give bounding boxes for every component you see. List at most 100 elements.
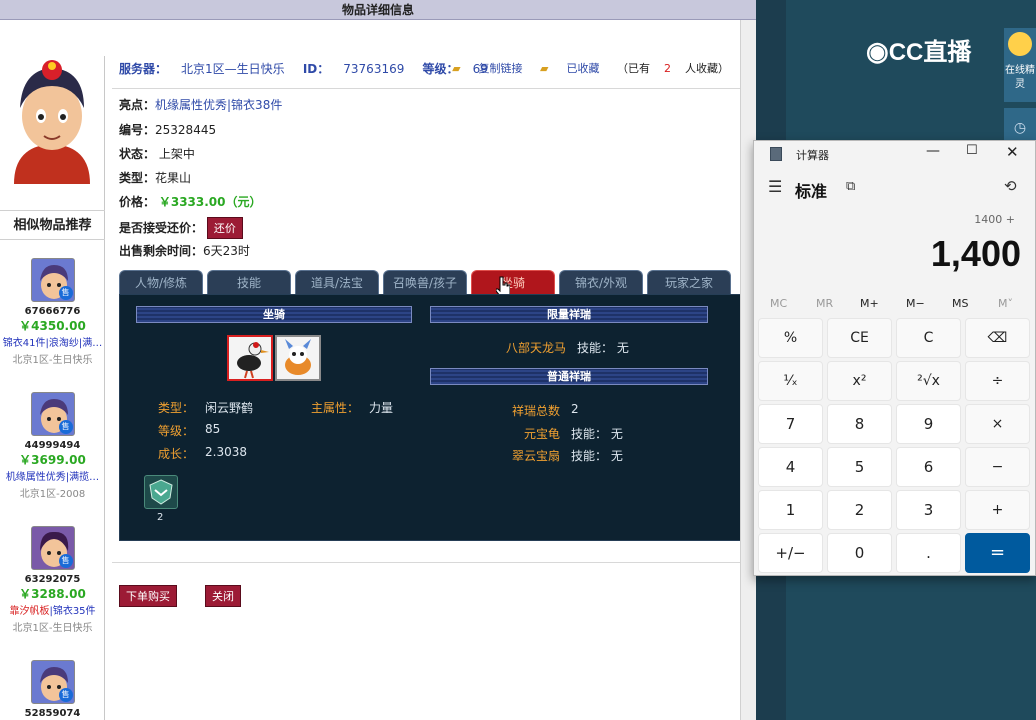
type-label: 类型： (119, 171, 156, 185)
memory-add-button[interactable]: M+ (860, 297, 879, 310)
fav-count-prefix: （已有 (617, 62, 650, 75)
close-button[interactable]: 关闭 (205, 585, 241, 607)
highlight-value: 机缘属性优秀|锦衣38件 (155, 98, 283, 112)
key-sqrt[interactable]: ²√x (896, 361, 961, 401)
server-label: 服务器： (119, 62, 168, 76)
cc-logo-text: CC直播 (888, 39, 972, 66)
cc-logo: ◉CC直播 (866, 32, 971, 67)
status-value: 上架中 (158, 147, 195, 161)
key-plus[interactable]: + (965, 490, 1030, 530)
key-0[interactable]: 0 (827, 533, 892, 573)
similar-item-3[interactable]: 售 63292075 ￥3288.00 靠汐帆板|锦衣35件 北京1区-生日快乐 (0, 526, 105, 634)
mount-thumbnail-active[interactable] (227, 335, 273, 381)
copy-link-icon: ▰ (452, 62, 461, 75)
price-row: 价格： ￥3333.00（元） (119, 193, 262, 210)
time-row: 出售剩余时间：6天23时 (119, 242, 250, 259)
similar-items-sidebar: 相似物品推荐 售 67666776 ￥4350.00 锦衣41件|浪淘纱|满… … (0, 56, 105, 720)
key-4[interactable]: 4 (758, 447, 823, 487)
calculator-expression: 1400 + (974, 213, 1015, 226)
menu-icon[interactable]: ☰ (768, 177, 782, 196)
key-divide[interactable]: ÷ (965, 361, 1030, 401)
tab-items[interactable]: 道具/法宝 (295, 270, 379, 294)
status-label: 状态： (119, 147, 156, 161)
mount-growth-label: 成长： (158, 447, 195, 461)
favorited-button[interactable]: 已收藏 (567, 62, 600, 75)
buy-button[interactable]: 下单购买 (119, 585, 177, 607)
id-info: ID： 73763169 (303, 62, 405, 76)
fav-count: 2 (664, 62, 671, 75)
key-reciprocal[interactable]: ¹⁄ₓ (758, 361, 823, 401)
key-square[interactable]: x² (827, 361, 892, 401)
memory-clear-button[interactable]: MC (770, 297, 787, 310)
key-percent[interactable]: % (758, 318, 823, 358)
memory-store-button[interactable]: MS (952, 297, 968, 310)
status-row: 状态： 上架中 (119, 145, 195, 162)
mount-type-value: 闲云野鹤 (205, 401, 254, 415)
similar-item-id: 67666776 (24, 306, 81, 317)
key-decimal[interactable]: . (896, 533, 961, 573)
history-icon[interactable]: ⟲ (1004, 177, 1017, 195)
similar-item-desc[interactable]: 靠汐帆板|锦衣35件 (0, 602, 105, 617)
tab-home[interactable]: 玩家之家 (647, 270, 731, 294)
key-backspace[interactable]: ⌫ (965, 318, 1030, 358)
key-negate[interactable]: +/− (758, 533, 823, 573)
bargain-button[interactable]: 还价 (206, 217, 243, 239)
similar-item-thumbnail[interactable]: 售 (30, 660, 75, 704)
skill-value: 无 (610, 449, 623, 463)
detail-tabs: 人物/修炼 技能 道具/法宝 召唤兽/孩子 坐骑 锦衣/外观 玩家之家 (119, 270, 743, 294)
calculator-mode: 标准 (795, 182, 828, 201)
key-5[interactable]: 5 (827, 447, 892, 487)
key-3[interactable]: 3 (896, 490, 961, 530)
key-1[interactable]: 1 (758, 490, 823, 530)
copy-link-button[interactable]: 复制链接 (479, 62, 523, 75)
page-title: 物品详细信息 (0, 0, 756, 20)
skill-label: 技能： (577, 341, 614, 355)
key-7[interactable]: 7 (758, 404, 823, 444)
similar-item-price: ￥4350.00 (19, 319, 86, 333)
similar-item-id: 44999494 (24, 440, 81, 451)
keep-on-top-icon[interactable]: ⧉ (846, 179, 855, 194)
tab-skills[interactable]: 技能 (207, 270, 291, 294)
similar-item-thumbnail[interactable]: 售 (30, 526, 75, 570)
maximize-button[interactable]: ☐ (966, 143, 978, 158)
key-minus[interactable]: − (965, 447, 1030, 487)
key-clear[interactable]: C (896, 318, 961, 358)
key-multiply[interactable]: × (965, 404, 1030, 444)
key-2[interactable]: 2 (827, 490, 892, 530)
highlight-row: 亮点：机缘属性优秀|锦衣38件 (119, 96, 282, 113)
sell-badge: 售 (58, 420, 73, 434)
headline-actions: ▰ 复制链接 ▰ 已收藏 （已有 2 人收藏） (452, 60, 743, 76)
similar-item-thumbnail[interactable]: 售 (30, 258, 75, 302)
type-row: 类型：花果山 (119, 169, 191, 186)
mount-growth-value: 2.3038 (205, 445, 247, 459)
key-6[interactable]: 6 (896, 447, 961, 487)
server-info: 服务器： 北京1区—生日快乐 (119, 62, 285, 76)
minimize-button[interactable]: — (926, 143, 940, 159)
similar-item-desc[interactable]: 机缘属性优秀|满揽… (0, 468, 105, 483)
similar-item-1[interactable]: 售 67666776 ￥4350.00 锦衣41件|浪淘纱|满… 北京1区-生日… (0, 258, 105, 366)
sell-badge: 售 (58, 688, 73, 702)
tab-mount[interactable]: 坐骑 (471, 270, 555, 294)
similar-item-desc[interactable]: 锦衣41件|浪淘纱|满… (0, 334, 105, 349)
tab-outfit[interactable]: 锦衣/外观 (559, 270, 643, 294)
mount-thumbnail[interactable] (275, 335, 321, 381)
key-equals[interactable]: = (965, 533, 1030, 573)
similar-item-2[interactable]: 售 44999494 ￥3699.00 机缘属性优秀|满揽… 北京1区-2008 (0, 392, 105, 500)
main-attr-label: 主属性： (311, 401, 360, 415)
memory-recall-button[interactable]: MR (816, 297, 833, 310)
similar-item-thumbnail[interactable]: 售 (30, 392, 75, 436)
mount-panel: 坐骑 限量祥瑞 类型： 闲云野鹤 主属性： 力量 等级： 85 成长： 2.30… (119, 294, 743, 541)
memory-subtract-button[interactable]: M− (906, 297, 925, 310)
tab-summons[interactable]: 召唤兽/孩子 (383, 270, 467, 294)
sell-badge: 售 (58, 554, 73, 568)
bargain-label: 是否接受还价： (119, 221, 204, 235)
tab-character[interactable]: 人物/修炼 (119, 270, 203, 294)
key-9[interactable]: 9 (896, 404, 961, 444)
calculator-display: 1,400 (930, 233, 1021, 274)
memory-list-button[interactable]: M˅ (998, 297, 1013, 310)
similar-item-4[interactable]: 售 52859074 (0, 660, 105, 719)
close-window-button[interactable]: ✕ (1006, 143, 1019, 161)
shield-badge-icon[interactable] (144, 475, 178, 509)
key-clear-entry[interactable]: CE (827, 318, 892, 358)
key-8[interactable]: 8 (827, 404, 892, 444)
